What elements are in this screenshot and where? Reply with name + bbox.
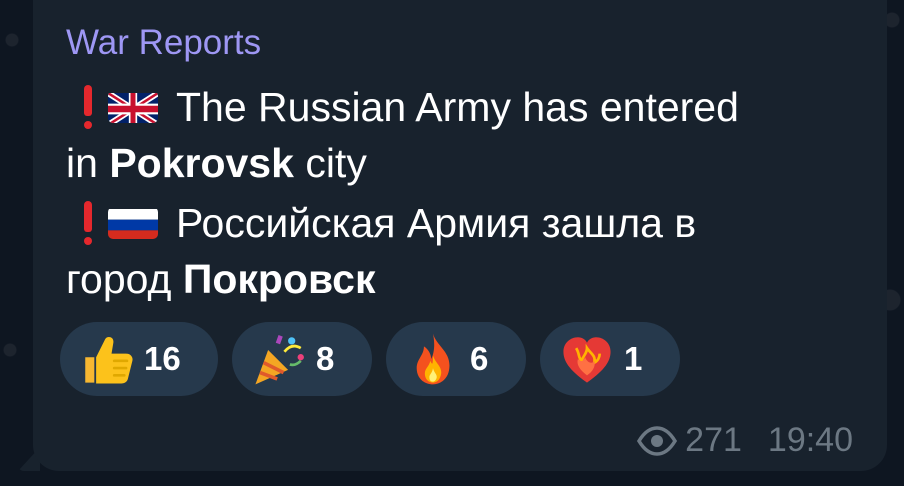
russia-flag-icon <box>108 207 158 239</box>
thumbs-up-icon <box>78 330 136 388</box>
message-text-english-1: The Russian Army has entered <box>176 83 739 130</box>
reaction-count: 6 <box>470 340 489 377</box>
red-exclamation-icon <box>82 85 94 129</box>
message-text-city-ru: Покровск <box>182 256 376 302</box>
reaction-heart-on-fire[interactable]: 1 <box>540 322 680 396</box>
message-text-in: in <box>66 140 110 186</box>
message-text-city-suffix: city <box>293 140 367 186</box>
message-text-gorod: город <box>66 256 183 302</box>
sender-name[interactable]: War Reports <box>66 23 261 63</box>
view-count: 271 <box>685 421 742 459</box>
message-text-russian-1: Российская Армия зашла в <box>176 199 697 246</box>
reaction-count: 1 <box>624 340 643 377</box>
red-exclamation-icon <box>82 201 94 245</box>
message-line-english-2: in Pokrovsk city <box>66 143 367 184</box>
message-bubble[interactable]: War Reports The Russian Army has entered… <box>33 0 887 471</box>
fire-icon <box>404 330 462 388</box>
reaction-fire[interactable]: 6 <box>386 322 526 396</box>
uk-flag-icon <box>108 91 158 123</box>
message-meta: 271 19:40 <box>637 421 853 460</box>
reaction-thumbs-up[interactable]: 16 <box>60 322 218 396</box>
message-line-russian-2: город Покровск <box>66 259 376 300</box>
eye-icon <box>637 425 678 456</box>
reaction-party-popper[interactable]: 8 <box>232 322 372 396</box>
reaction-count: 16 <box>144 340 181 377</box>
message-text-city-en: Pokrovsk <box>109 140 294 186</box>
reactions-bar: 16 8 6 1 <box>60 322 680 396</box>
message-line-english-1: The Russian Army has entered <box>66 85 739 129</box>
message-line-russian-1: Российская Армия зашла в <box>66 201 696 245</box>
heart-on-fire-icon <box>558 330 616 388</box>
message-time: 19:40 <box>767 421 853 459</box>
reaction-count: 8 <box>316 340 335 377</box>
party-popper-icon <box>250 330 308 388</box>
